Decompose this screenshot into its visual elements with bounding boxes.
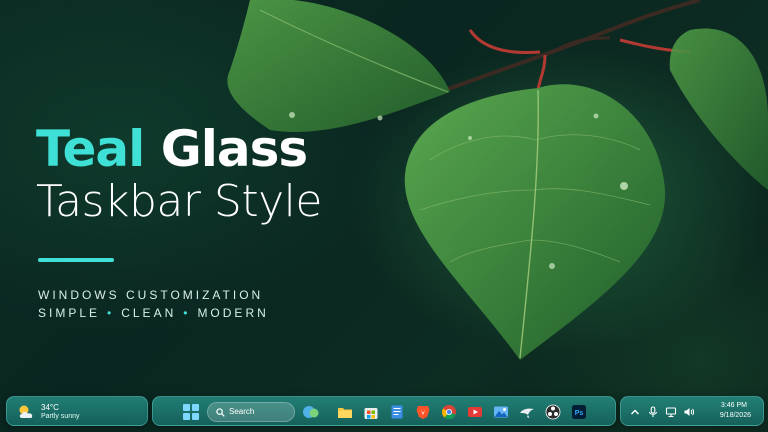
tagline-line-1: WINDOWS CUSTOMIZATION xyxy=(38,288,264,302)
photoshop-label: Ps xyxy=(575,410,584,417)
brave-browser-icon[interactable] xyxy=(415,404,431,420)
eagle-app-icon[interactable] xyxy=(519,404,535,420)
hero-title-accent: Teal xyxy=(36,120,145,178)
microsoft-store-icon[interactable] xyxy=(363,404,379,420)
hero-title: Teal Glass xyxy=(36,122,322,176)
windows-start-icon[interactable] xyxy=(183,404,199,420)
search-box[interactable]: Search xyxy=(207,402,295,422)
taskbar-apps: Search Ps xyxy=(152,396,616,426)
file-explorer-icon[interactable] xyxy=(337,404,353,420)
hero-block: Teal Glass Taskbar Style xyxy=(36,122,322,228)
hero-subtitle: Taskbar Style xyxy=(36,176,322,227)
notepad-icon[interactable] xyxy=(389,404,405,420)
hero-tagline: WINDOWS CUSTOMIZATION SIMPLE • CLEAN • MODER… xyxy=(38,286,269,322)
photos-icon[interactable] xyxy=(493,404,509,420)
widgets-icon[interactable] xyxy=(303,404,319,420)
tagline-separator: • xyxy=(183,306,191,320)
taskbar: 34°C Partly sunny Search Ps 3:46 PM 9/18… xyxy=(0,396,768,428)
search-icon xyxy=(216,408,225,417)
partly-sunny-icon xyxy=(19,405,33,418)
search-label: Search xyxy=(229,407,255,416)
tagline-clean: CLEAN xyxy=(121,306,177,320)
volume-icon[interactable] xyxy=(683,406,695,418)
tagline-simple: SIMPLE xyxy=(38,306,101,320)
hero-title-rest: Glass xyxy=(160,120,308,178)
obs-studio-icon[interactable] xyxy=(545,404,561,420)
photoshop-icon[interactable]: Ps xyxy=(571,404,587,420)
chrome-browser-icon[interactable] xyxy=(441,404,457,420)
tagline-line-2: SIMPLE • CLEAN • MODERN xyxy=(38,304,269,322)
network-icon[interactable] xyxy=(665,406,677,418)
weather-description: Partly sunny xyxy=(41,413,80,420)
system-tray: 3:46 PM 9/18/2026 xyxy=(620,396,764,426)
weather-widget[interactable]: 34°C Partly sunny xyxy=(6,396,148,426)
chevron-up-icon[interactable] xyxy=(629,406,641,418)
microphone-icon[interactable] xyxy=(647,406,659,418)
weather-temperature: 34°C xyxy=(41,403,59,412)
clock-time[interactable]: 3:46 PM xyxy=(721,402,747,409)
tagline-separator: • xyxy=(107,306,115,320)
hero-divider xyxy=(38,258,114,262)
video-player-icon[interactable] xyxy=(467,404,483,420)
clock-date[interactable]: 9/18/2026 xyxy=(720,412,751,419)
tagline-modern: MODERN xyxy=(197,306,269,320)
